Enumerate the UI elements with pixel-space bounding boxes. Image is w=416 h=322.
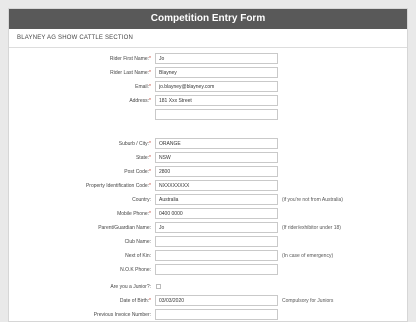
required-marker: *: [149, 141, 151, 147]
email-label: Email:: [135, 84, 150, 90]
pic-input[interactable]: [155, 180, 278, 191]
first-name-input[interactable]: [155, 53, 278, 64]
club-label: Club Name:: [124, 239, 151, 245]
required-marker: *: [149, 169, 151, 175]
row-address-2: [9, 109, 407, 121]
required-marker: *: [149, 56, 151, 62]
row-country: Country: (if you're not from Australia): [9, 194, 407, 206]
row-mobile: Mobile Phone:*: [9, 208, 407, 220]
required-marker: *: [149, 70, 151, 76]
last-name-input[interactable]: [155, 67, 278, 78]
required-marker: *: [149, 98, 151, 104]
club-input[interactable]: [155, 236, 278, 247]
nok-phone-label: N.O.K Phone:: [120, 267, 151, 273]
email-input[interactable]: [155, 81, 278, 92]
country-label: Country:: [132, 197, 151, 203]
row-nok-phone: N.O.K Phone:: [9, 264, 407, 276]
state-input[interactable]: [155, 152, 278, 163]
pic-label: Property Identification Code:: [85, 183, 150, 189]
address-input[interactable]: [155, 95, 278, 106]
dob-hint: Compulsory for Juniors: [282, 298, 334, 304]
mobile-label: Mobile Phone:: [117, 211, 150, 217]
row-junior: Are you a Junior?:: [9, 281, 407, 293]
row-email: Email:*: [9, 81, 407, 93]
invoice-input[interactable]: [155, 309, 278, 320]
suburb-input[interactable]: [155, 138, 278, 149]
address-label: Address:: [129, 98, 150, 104]
row-pic: Property Identification Code:*: [9, 180, 407, 192]
row-next-of-kin: Next of Kin: (In case of emergency): [9, 250, 407, 262]
required-marker: *: [149, 211, 151, 217]
mobile-input[interactable]: [155, 208, 278, 219]
row-guardian: Parent/Guardian Name: (If rider/exhibito…: [9, 222, 407, 234]
country-input[interactable]: [155, 194, 278, 205]
suburb-label: Suburb / City:: [118, 141, 150, 147]
required-marker: *: [149, 84, 151, 90]
junior-label: Are you a Junior?:: [110, 284, 151, 290]
row-last-name: Rider Last Name:*: [9, 67, 407, 79]
next-of-kin-hint: (In case of emergency): [282, 253, 334, 259]
required-marker: *: [149, 183, 151, 189]
junior-checkbox[interactable]: [156, 284, 161, 289]
guardian-label: Parent/Guardian Name:: [98, 225, 151, 231]
row-first-name: Rider First Name:*: [9, 53, 407, 65]
entry-form-panel: Competition Entry Form BLAYNEY AG SHOW C…: [8, 8, 408, 322]
required-marker: *: [149, 298, 151, 304]
state-label: State:: [135, 155, 150, 161]
row-address: Address:*: [9, 95, 407, 107]
next-of-kin-label: Next of Kin:: [125, 253, 151, 259]
nok-phone-input[interactable]: [155, 264, 278, 275]
first-name-label: Rider First Name:: [109, 56, 150, 62]
country-hint: (if you're not from Australia): [282, 197, 343, 203]
row-dob: Date of Birth:* Compulsory for Juniors: [9, 295, 407, 307]
row-club: Club Name:: [9, 236, 407, 248]
form-header: Competition Entry Form: [9, 9, 407, 29]
invoice-label: Previous Invoice Number:: [93, 312, 151, 318]
last-name-label: Rider Last Name:: [110, 70, 150, 76]
row-state: State:*: [9, 152, 407, 164]
section-title: BLAYNEY AG SHOW CATTLE SECTION: [9, 29, 407, 48]
address-line-2-input[interactable]: [155, 109, 278, 120]
required-marker: *: [149, 155, 151, 161]
dob-label: Date of Birth:: [119, 298, 150, 304]
dob-input[interactable]: [155, 295, 278, 306]
postcode-label: Post Code:: [124, 169, 150, 175]
row-suburb: Suburb / City:*: [9, 138, 407, 150]
next-of-kin-input[interactable]: [155, 250, 278, 261]
row-invoice: Previous Invoice Number:: [9, 309, 407, 321]
guardian-hint: (If rider/exhibitor under 18): [282, 225, 341, 231]
postcode-input[interactable]: [155, 166, 278, 177]
row-postcode: Post Code:*: [9, 166, 407, 178]
guardian-input[interactable]: [155, 222, 278, 233]
